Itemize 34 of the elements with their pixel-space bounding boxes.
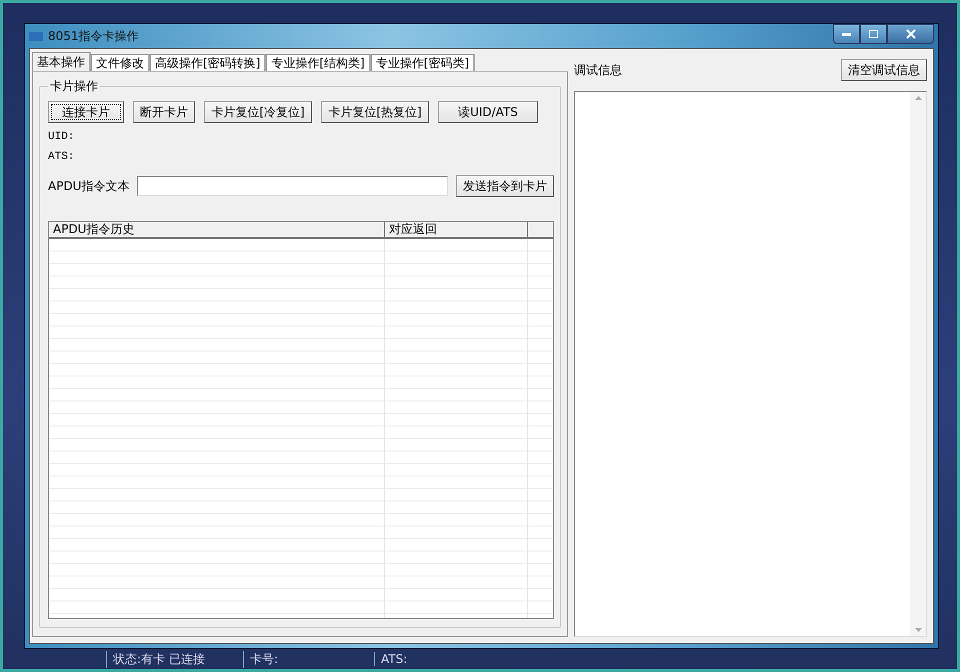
window-title: 8051指令卡操作: [48, 28, 140, 44]
maximize-icon: [869, 30, 878, 38]
card-button[interactable]: 读UID/ATS: [438, 101, 538, 123]
scroll-down-icon[interactable]: [914, 628, 922, 632]
column-header[interactable]: APDU指令历史: [49, 222, 385, 237]
close-icon: [906, 29, 916, 39]
send-button[interactable]: 发送指令到卡片: [456, 175, 554, 197]
card-button[interactable]: 断开卡片: [133, 101, 195, 123]
tab[interactable]: 高级操作[密码转换]: [150, 54, 266, 71]
card-button[interactable]: 卡片复位[热复位]: [321, 101, 429, 123]
tab[interactable]: 专业操作[结构类]: [266, 54, 371, 71]
minimize-icon: [842, 32, 851, 36]
apdu-label: APDU指令文本: [48, 178, 130, 194]
app-icon: [29, 30, 43, 42]
tab[interactable]: 基本操作: [32, 52, 91, 71]
close-button[interactable]: [887, 24, 934, 44]
scrollbar[interactable]: [910, 92, 926, 636]
scroll-up-icon[interactable]: [914, 96, 922, 100]
tab[interactable]: 专业操作[密码类]: [370, 54, 476, 71]
card-button[interactable]: 卡片复位[冷复位]: [204, 101, 312, 123]
tab[interactable]: 文件修改: [91, 54, 150, 71]
apdu-input-field[interactable]: [137, 176, 448, 196]
status-text: 状态:有卡 已连接: [106, 650, 243, 668]
debug-label: 调试信息: [574, 62, 622, 78]
status-text: ATS:: [374, 652, 661, 666]
card-button[interactable]: 连接卡片: [48, 101, 124, 123]
clear-debug-button[interactable]: 清空调试信息: [841, 59, 927, 81]
ats-label: ATS:: [48, 151, 74, 163]
maximize-button[interactable]: [860, 24, 887, 44]
uid-label: UID:: [48, 131, 74, 143]
group-title: 卡片操作: [49, 78, 99, 95]
minimize-button[interactable]: [833, 24, 860, 44]
status-text: 卡号:: [243, 650, 374, 668]
column-header[interactable]: 对应返回: [385, 222, 528, 237]
